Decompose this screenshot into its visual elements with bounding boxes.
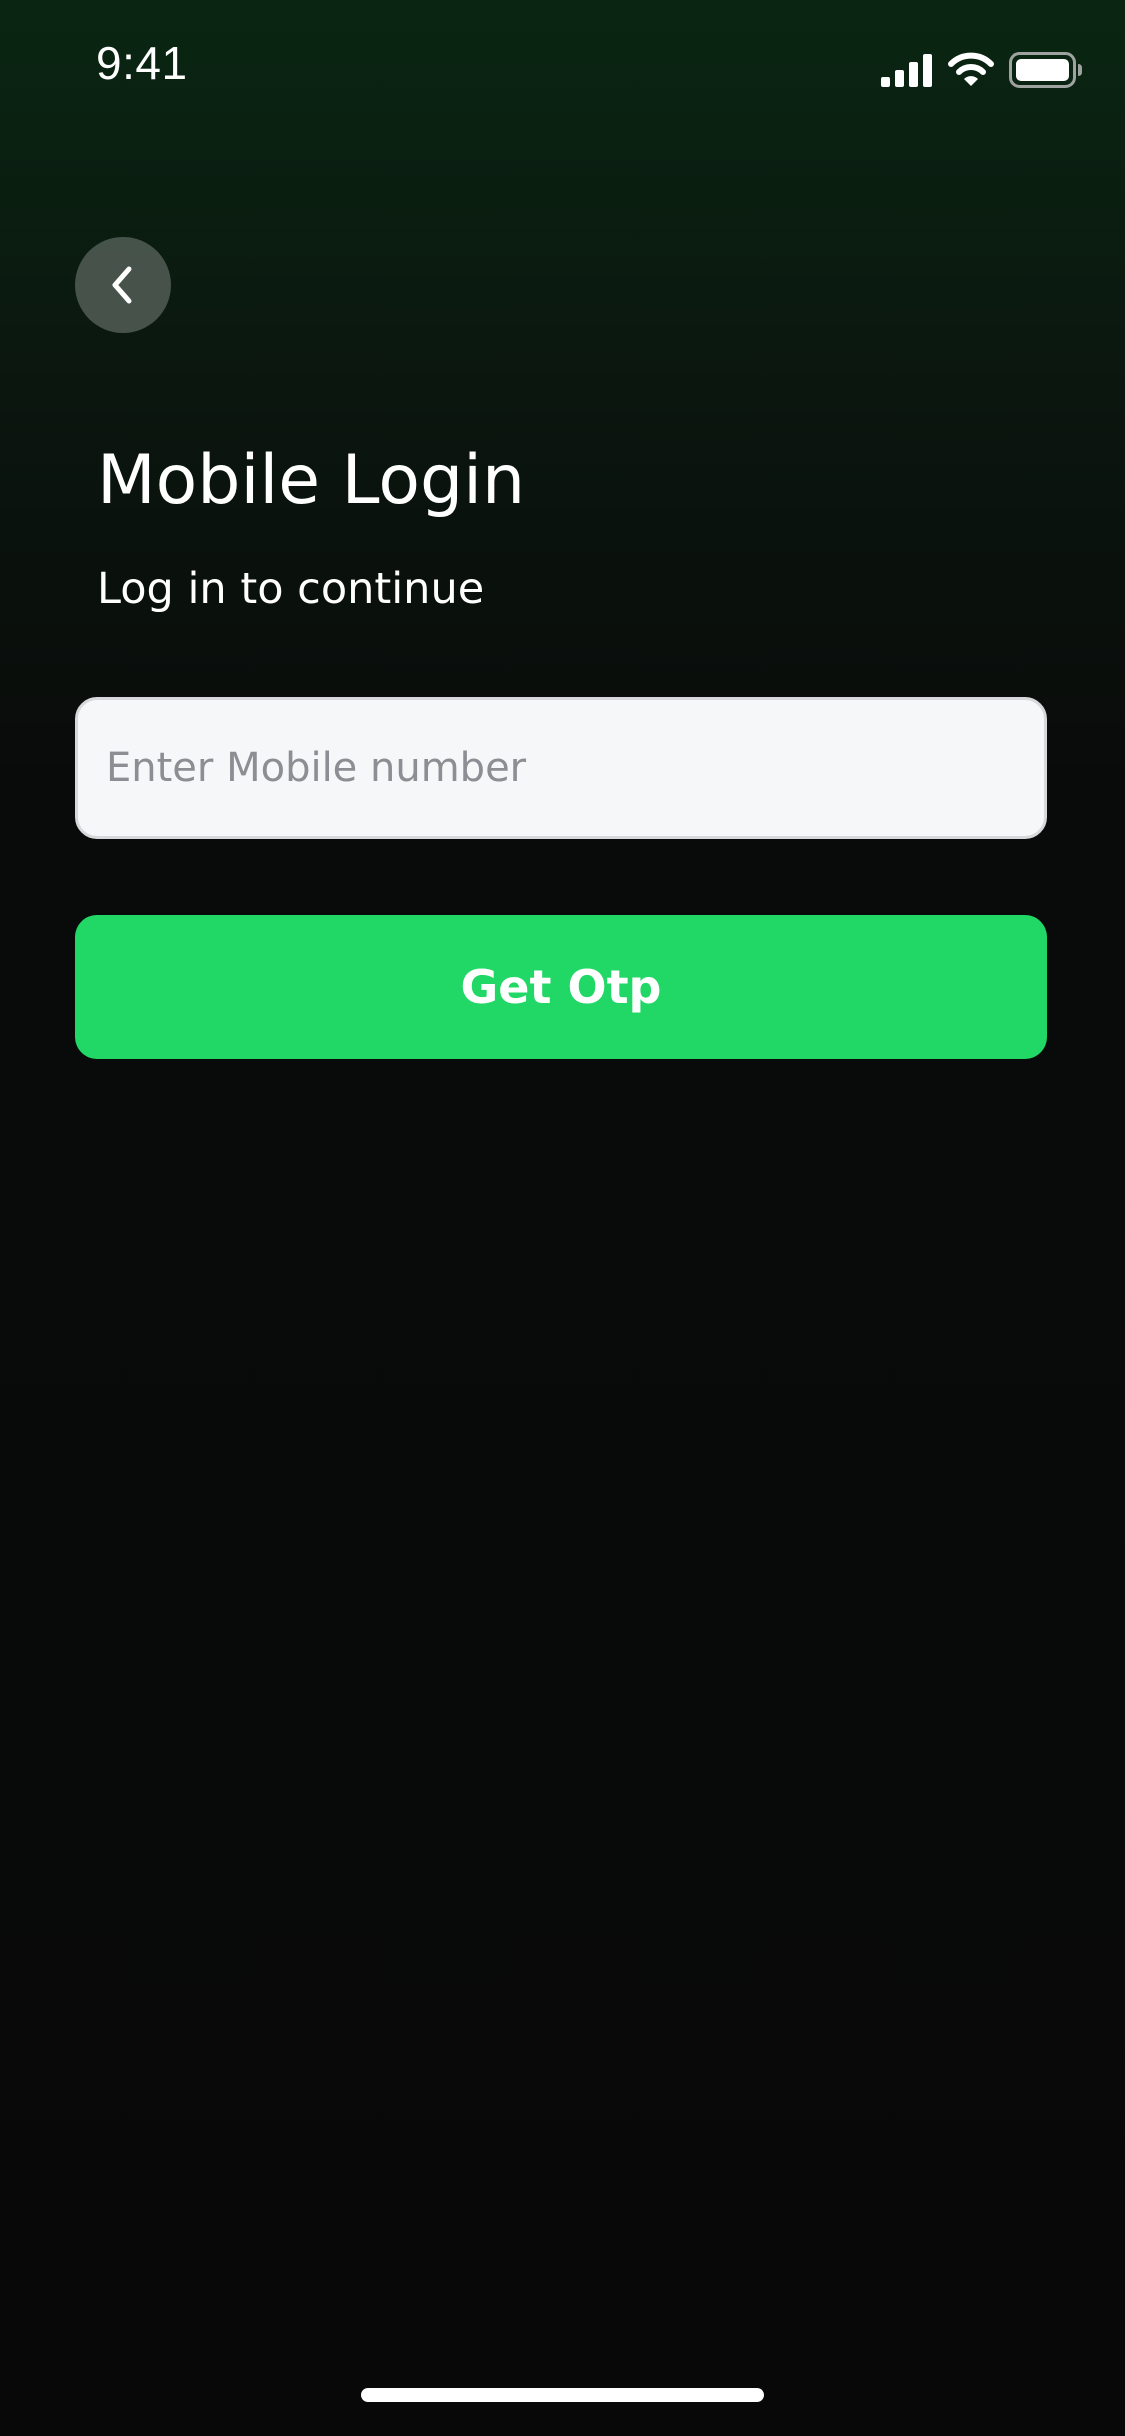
status-bar: 9:41: [0, 0, 1125, 132]
back-button[interactable]: [75, 237, 171, 333]
get-otp-button[interactable]: Get Otp: [75, 915, 1047, 1059]
status-icons: [881, 50, 1083, 90]
mobile-number-input[interactable]: [75, 697, 1047, 839]
page-subtitle: Log in to continue: [97, 564, 485, 614]
battery-icon: [1009, 52, 1083, 88]
page-title: Mobile Login: [97, 441, 526, 520]
wifi-icon: [947, 52, 995, 88]
cellular-signal-icon: [881, 53, 933, 87]
chevron-left-icon: [105, 263, 141, 307]
status-time: 9:41: [96, 37, 188, 89]
home-indicator: [361, 2388, 764, 2402]
